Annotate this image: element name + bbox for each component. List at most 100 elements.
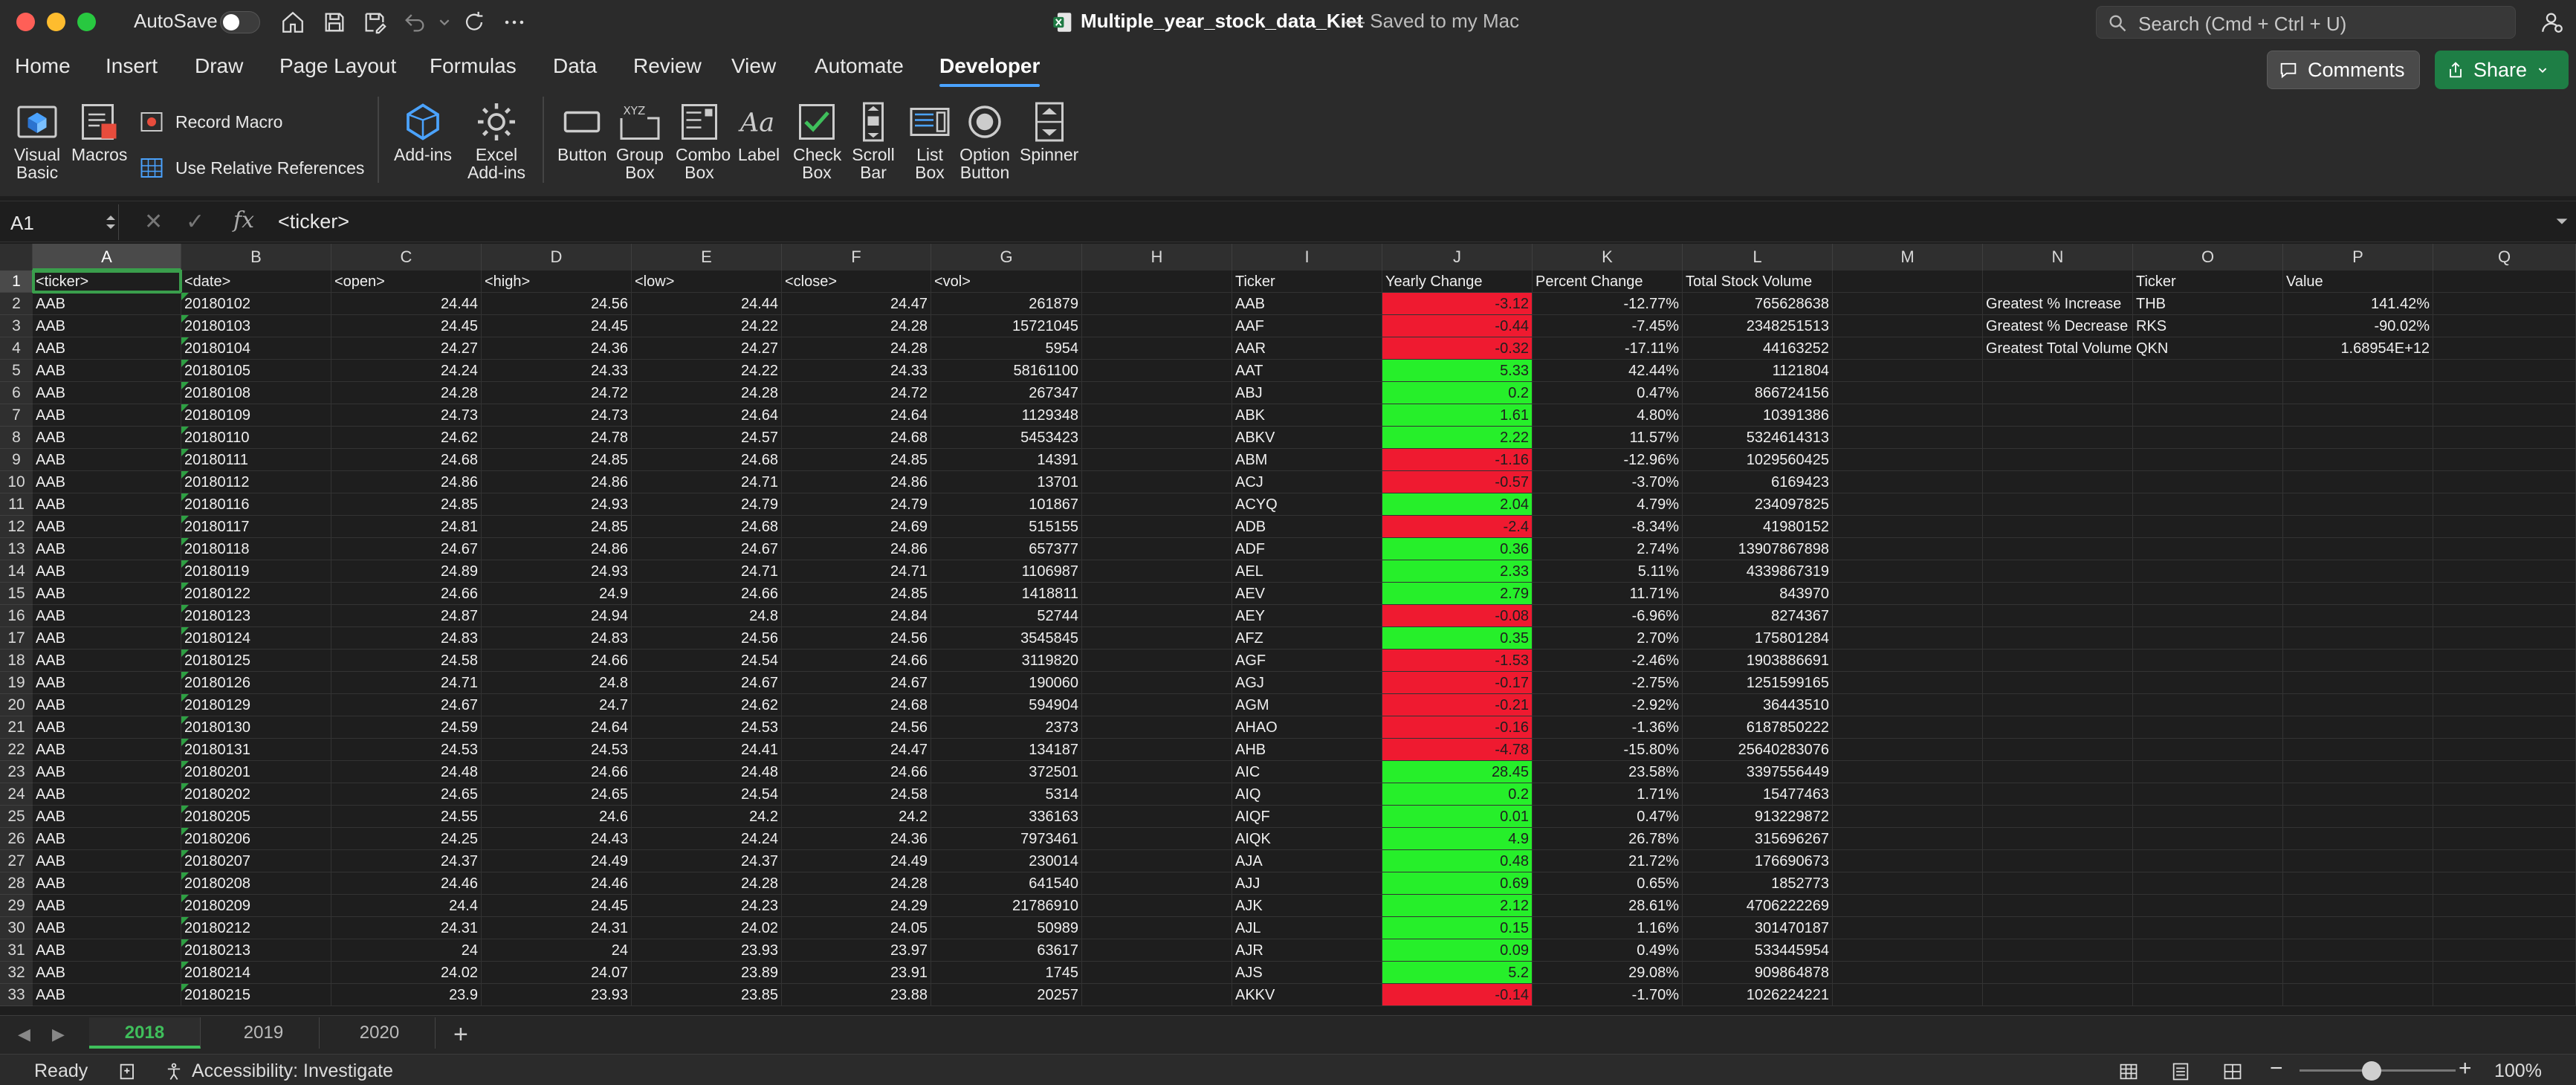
cell-e2[interactable]: 24.44 bbox=[632, 293, 782, 315]
cell-b12[interactable]: 20180117 bbox=[181, 516, 331, 538]
cell-h9[interactable] bbox=[1082, 449, 1232, 471]
cell-j9[interactable]: -1.16 bbox=[1382, 449, 1533, 471]
cell-k8[interactable]: 11.57% bbox=[1533, 427, 1683, 449]
more-icon[interactable] bbox=[498, 6, 531, 39]
cell-n21[interactable] bbox=[1983, 716, 2133, 739]
cell-h14[interactable] bbox=[1082, 560, 1232, 583]
cell-g20[interactable]: 594904 bbox=[931, 694, 1082, 716]
cell-m11[interactable] bbox=[1833, 493, 1983, 516]
cell-c20[interactable]: 24.67 bbox=[331, 694, 482, 716]
cell-c2[interactable]: 24.44 bbox=[331, 293, 482, 315]
cell-c1[interactable]: <open> bbox=[331, 271, 482, 293]
cell-o33[interactable] bbox=[2133, 984, 2283, 1006]
cell-k24[interactable]: 1.71% bbox=[1533, 783, 1683, 806]
cell-m2[interactable] bbox=[1833, 293, 1983, 315]
column-header-i[interactable]: I bbox=[1232, 244, 1382, 271]
tab-data[interactable]: Data bbox=[553, 54, 597, 78]
cell-i33[interactable]: AKKV bbox=[1232, 984, 1382, 1006]
cell-b30[interactable]: 20180212 bbox=[181, 917, 331, 939]
cell-p30[interactable] bbox=[2283, 917, 2433, 939]
row-header[interactable]: 14 bbox=[0, 560, 33, 583]
cell-l26[interactable]: 315696267 bbox=[1683, 828, 1833, 850]
list-box-control[interactable]: List Box bbox=[905, 98, 954, 181]
cell-d6[interactable]: 24.72 bbox=[482, 382, 632, 404]
cell-e10[interactable]: 24.71 bbox=[632, 471, 782, 493]
cell-b10[interactable]: 20180112 bbox=[181, 471, 331, 493]
cell-o30[interactable] bbox=[2133, 917, 2283, 939]
cell-p29[interactable] bbox=[2283, 895, 2433, 917]
cell-k18[interactable]: -2.46% bbox=[1533, 650, 1683, 672]
cell-k5[interactable]: 42.44% bbox=[1533, 360, 1683, 382]
cell-i26[interactable]: AIQK bbox=[1232, 828, 1382, 850]
combo-box-control[interactable]: Combo Box bbox=[675, 98, 731, 181]
cell-n5[interactable] bbox=[1983, 360, 2133, 382]
name-box-stepper-icon[interactable] bbox=[104, 213, 117, 231]
cell-l21[interactable]: 6187850222 bbox=[1683, 716, 1833, 739]
cell-l4[interactable]: 44163252 bbox=[1683, 337, 1833, 360]
cell-e3[interactable]: 24.22 bbox=[632, 315, 782, 337]
cell-j33[interactable]: -0.14 bbox=[1382, 984, 1533, 1006]
cell-i10[interactable]: ACJ bbox=[1232, 471, 1382, 493]
zoom-level[interactable]: 100% bbox=[2494, 1060, 2542, 1082]
zoom-window-button[interactable] bbox=[77, 13, 96, 31]
cell-n22[interactable] bbox=[1983, 739, 2133, 761]
check-box-control[interactable]: Check Box bbox=[792, 98, 841, 181]
cell-l17[interactable]: 175801284 bbox=[1683, 627, 1833, 650]
cell-d32[interactable]: 24.07 bbox=[482, 962, 632, 984]
cell-k16[interactable]: -6.96% bbox=[1533, 605, 1683, 627]
save-as-icon[interactable] bbox=[358, 6, 391, 39]
cell-h20[interactable] bbox=[1082, 694, 1232, 716]
cell-n30[interactable] bbox=[1983, 917, 2133, 939]
cell-i12[interactable]: ADB bbox=[1232, 516, 1382, 538]
cell-f7[interactable]: 24.64 bbox=[782, 404, 931, 427]
cell-b8[interactable]: 20180110 bbox=[181, 427, 331, 449]
cell-q19[interactable] bbox=[2433, 672, 2576, 694]
cell-b9[interactable]: 20180111 bbox=[181, 449, 331, 471]
cell-m24[interactable] bbox=[1833, 783, 1983, 806]
cell-o9[interactable] bbox=[2133, 449, 2283, 471]
cell-h16[interactable] bbox=[1082, 605, 1232, 627]
cell-h23[interactable] bbox=[1082, 761, 1232, 783]
cell-b33[interactable]: 20180215 bbox=[181, 984, 331, 1006]
cell-q23[interactable] bbox=[2433, 761, 2576, 783]
cell-h1[interactable] bbox=[1082, 271, 1232, 293]
add-sheet-button[interactable]: + bbox=[453, 1020, 468, 1049]
cell-e17[interactable]: 24.56 bbox=[632, 627, 782, 650]
cell-j22[interactable]: -4.78 bbox=[1382, 739, 1533, 761]
cell-e28[interactable]: 24.28 bbox=[632, 872, 782, 895]
cell-h32[interactable] bbox=[1082, 962, 1232, 984]
cell-h18[interactable] bbox=[1082, 650, 1232, 672]
cell-i20[interactable]: AGM bbox=[1232, 694, 1382, 716]
cell-m4[interactable] bbox=[1833, 337, 1983, 360]
cell-c16[interactable]: 24.87 bbox=[331, 605, 482, 627]
cell-b6[interactable]: 20180108 bbox=[181, 382, 331, 404]
cell-j19[interactable]: -0.17 bbox=[1382, 672, 1533, 694]
cell-q2[interactable] bbox=[2433, 293, 2576, 315]
cell-g26[interactable]: 7973461 bbox=[931, 828, 1082, 850]
cell-k30[interactable]: 1.16% bbox=[1533, 917, 1683, 939]
cell-p3[interactable]: -90.02% bbox=[2283, 315, 2433, 337]
cell-i32[interactable]: AJS bbox=[1232, 962, 1382, 984]
cell-j16[interactable]: -0.08 bbox=[1382, 605, 1533, 627]
tab-page-layout[interactable]: Page Layout bbox=[279, 54, 396, 78]
cell-o17[interactable] bbox=[2133, 627, 2283, 650]
cell-c9[interactable]: 24.68 bbox=[331, 449, 482, 471]
page-layout-view-icon[interactable] bbox=[2170, 1060, 2191, 1082]
cell-f32[interactable]: 23.91 bbox=[782, 962, 931, 984]
tab-home[interactable]: Home bbox=[15, 54, 71, 78]
cell-n19[interactable] bbox=[1983, 672, 2133, 694]
select-all-corner[interactable] bbox=[0, 244, 33, 271]
cell-e6[interactable]: 24.28 bbox=[632, 382, 782, 404]
cell-h27[interactable] bbox=[1082, 850, 1232, 872]
cell-b2[interactable]: 20180102 bbox=[181, 293, 331, 315]
cell-k4[interactable]: -17.11% bbox=[1533, 337, 1683, 360]
cell-l22[interactable]: 25640283076 bbox=[1683, 739, 1833, 761]
column-header-p[interactable]: P bbox=[2283, 244, 2433, 271]
cell-l25[interactable]: 913229872 bbox=[1683, 806, 1833, 828]
cell-n25[interactable] bbox=[1983, 806, 2133, 828]
cell-o24[interactable] bbox=[2133, 783, 2283, 806]
cell-k17[interactable]: 2.70% bbox=[1533, 627, 1683, 650]
cell-a27[interactable]: AAB bbox=[33, 850, 181, 872]
cell-n26[interactable] bbox=[1983, 828, 2133, 850]
row-header[interactable]: 7 bbox=[0, 404, 33, 427]
